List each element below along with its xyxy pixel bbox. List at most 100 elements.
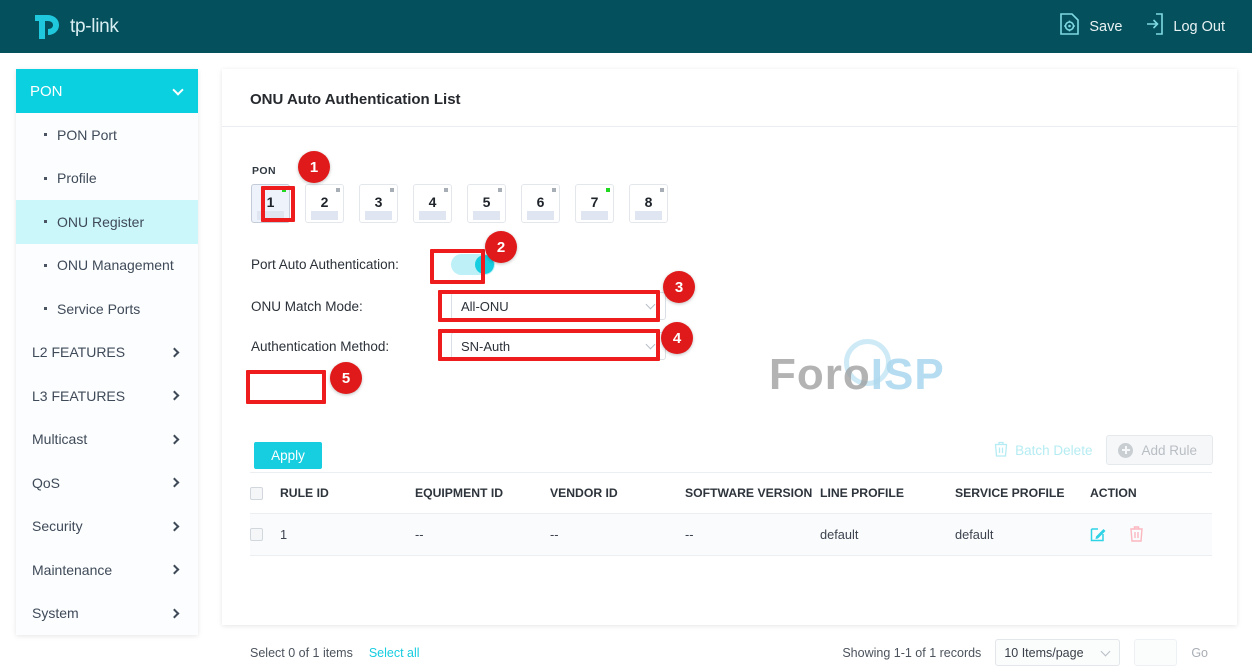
pon-port-number: 8	[644, 193, 653, 210]
port-base-decor	[473, 211, 500, 220]
sidebar-item-label: ONU Management	[57, 257, 174, 274]
port-base-decor	[311, 211, 338, 220]
row-checkbox-cell	[250, 528, 280, 541]
sidebar-item-l3-features[interactable]: L3 FEATURES	[16, 374, 198, 418]
sidebar-item-profile[interactable]: Profile	[16, 156, 198, 200]
page-size-value: 10 Items/page	[1004, 645, 1084, 660]
column-header-vendor-id: VENDOR ID	[550, 486, 618, 500]
authentication-method-select[interactable]: SN-Auth	[451, 332, 666, 360]
pon-port-number: 1	[266, 193, 275, 210]
sidebar-item-label: PON Port	[57, 126, 117, 143]
onu-match-mode-select[interactable]: All-ONU	[451, 292, 666, 320]
app-header: tp-link Save Log Out	[0, 0, 1252, 53]
toggle-knob	[475, 255, 494, 274]
tp-link-logo-icon	[34, 13, 64, 41]
bullet-icon	[44, 176, 47, 180]
sidebar-item-label: ONU Register	[57, 213, 145, 230]
chevron-down-icon	[172, 83, 184, 96]
select-count-label: Select 0 of 1 items	[250, 645, 353, 660]
cell-line-profile: default	[820, 527, 859, 542]
pon-port-6[interactable]: 6	[521, 184, 560, 223]
bullet-icon	[44, 220, 47, 224]
page-number-input[interactable]	[1134, 639, 1178, 666]
pon-port-4[interactable]: 4	[413, 184, 452, 223]
delete-icon[interactable]	[1129, 525, 1144, 545]
page-size-select[interactable]: 10 Items/page	[995, 639, 1121, 666]
select-all-checkbox[interactable]	[250, 486, 263, 500]
row-authentication-method: Authentication Method: SN-Auth	[251, 332, 666, 360]
chevron-down-icon	[645, 299, 656, 310]
chevron-right-icon	[169, 390, 180, 401]
status-dot-icon	[282, 188, 286, 192]
add-rule-button[interactable]: Add Rule	[1106, 435, 1213, 465]
watermark-text-b: ISP	[870, 350, 945, 399]
port-auto-authentication-toggle[interactable]	[451, 254, 495, 275]
edit-icon[interactable]	[1090, 525, 1107, 545]
sidebar-item-label: L3 FEATURES	[32, 387, 126, 404]
save-label: Save	[1089, 18, 1123, 35]
sidebar-item-label: Security	[32, 518, 83, 535]
sidebar-item-label: Multicast	[32, 431, 88, 448]
batch-delete-label: Batch Delete	[1015, 442, 1093, 458]
panel-divider	[222, 126, 1237, 127]
row-checkbox[interactable]	[250, 528, 263, 541]
logout-button[interactable]: Log Out	[1144, 13, 1225, 40]
cell-rule-id: 1	[280, 527, 288, 542]
pon-port-number: 5	[482, 193, 491, 210]
pon-port-number: 3	[374, 193, 383, 210]
go-button[interactable]: Go	[1191, 646, 1212, 660]
pon-port-7[interactable]: 7	[575, 184, 614, 223]
tp-link-logo: tp-link	[34, 13, 119, 41]
sidebar-item-maintenance[interactable]: Maintenance	[16, 548, 198, 592]
add-rule-label: Add Rule	[1141, 442, 1197, 458]
tp-link-brand-text: tp-link	[70, 15, 119, 37]
main-panel: ONU Auto Authentication List PON 1 2 3 4…	[222, 69, 1237, 666]
pon-port-8[interactable]: 8	[629, 184, 668, 223]
sidebar-item-system[interactable]: System	[16, 591, 198, 635]
table-toolbar: Batch Delete Add Rule	[222, 428, 1237, 472]
sidebar-item-label: QoS	[32, 474, 61, 491]
save-button[interactable]: Save	[1059, 13, 1122, 40]
pon-port-2[interactable]: 2	[305, 184, 344, 223]
chevron-right-icon	[169, 564, 180, 575]
pon-port-number: 7	[590, 193, 599, 210]
sidebar-item-onu-register[interactable]: ONU Register	[16, 200, 198, 244]
select-all-checkbox-cell	[250, 486, 280, 500]
status-dot-icon	[606, 188, 610, 192]
pagination-controls: Showing 1-1 of 1 records 10 Items/page G…	[842, 639, 1212, 666]
port-base-decor	[419, 211, 446, 220]
sidebar-item-qos[interactable]: QoS	[16, 461, 198, 505]
pon-port-3[interactable]: 3	[359, 184, 398, 223]
pon-port-5[interactable]: 5	[467, 184, 506, 223]
port-base-decor	[635, 211, 662, 220]
column-header-rule-id: RULE ID	[280, 486, 329, 500]
port-auto-authentication-label: Port Auto Authentication:	[251, 257, 399, 272]
chevron-right-icon	[169, 434, 180, 445]
sidebar-item-l2-features[interactable]: L2 FEATURES	[16, 330, 198, 374]
bullet-icon	[44, 263, 47, 267]
bullet-icon	[44, 307, 47, 311]
column-header-equipment-id: EQUIPMENT ID	[415, 486, 504, 500]
port-base-decor	[581, 211, 608, 220]
cell-service-profile: default	[955, 527, 994, 542]
chevron-down-icon	[1100, 646, 1111, 656]
cell-software-version: --	[685, 527, 694, 542]
batch-delete-button[interactable]: Batch Delete	[994, 441, 1092, 460]
sidebar-group-pon[interactable]: PON	[16, 69, 198, 113]
row-port-auto-authentication: Port Auto Authentication:	[251, 254, 495, 275]
chevron-down-icon	[645, 339, 656, 350]
chevron-right-icon	[169, 521, 180, 532]
sidebar-item-pon-port[interactable]: PON Port	[16, 113, 198, 157]
column-header-software-version: SOFTWARE VERSION	[685, 486, 813, 500]
chevron-right-icon	[169, 347, 180, 358]
logout-label: Log Out	[1173, 18, 1225, 35]
sidebar-item-label: Profile	[57, 170, 97, 187]
select-all-link[interactable]: Select all	[369, 646, 420, 660]
pon-port-number: 2	[320, 193, 329, 210]
row-onu-match-mode: ONU Match Mode: All-ONU	[251, 292, 666, 320]
sidebar-item-multicast[interactable]: Multicast	[16, 417, 198, 461]
sidebar-item-service-ports[interactable]: Service Ports	[16, 287, 198, 331]
pon-port-1[interactable]: 1	[251, 184, 290, 223]
sidebar-item-security[interactable]: Security	[16, 504, 198, 548]
sidebar-item-onu-management[interactable]: ONU Management	[16, 243, 198, 287]
